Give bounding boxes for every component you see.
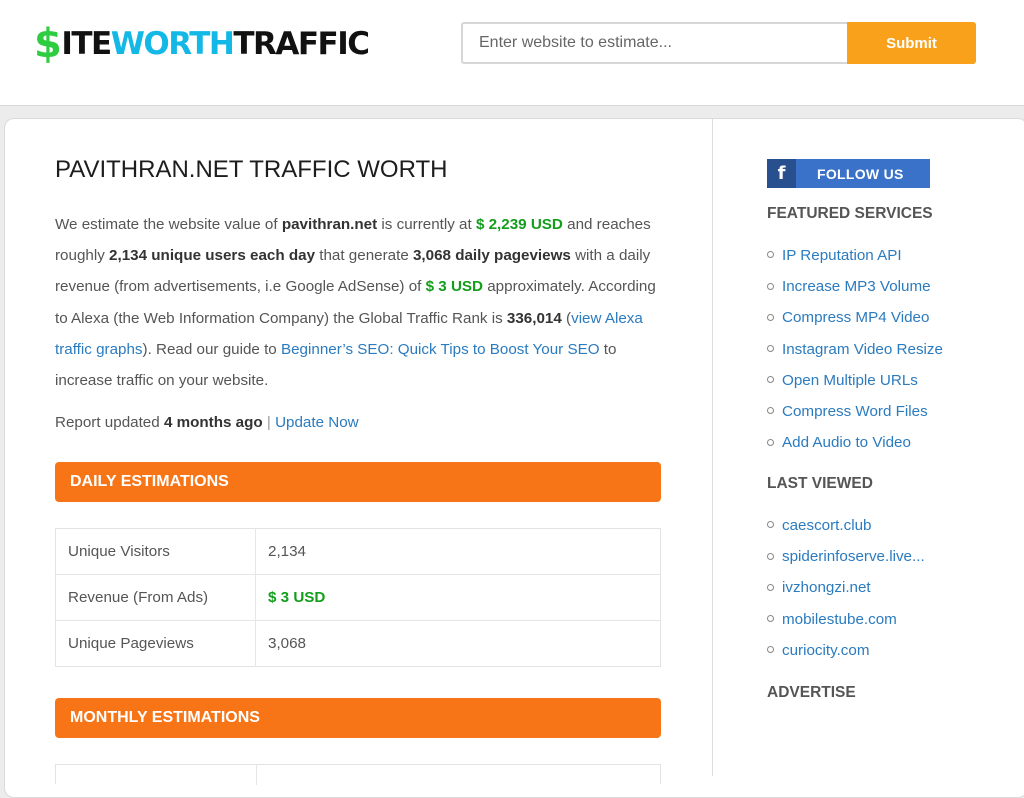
list-item: spiderinfoserve.live... — [767, 541, 925, 572]
bullet-icon — [767, 583, 774, 591]
intro-paragraph: We estimate the website value of pavithr… — [55, 209, 665, 396]
featured-link[interactable]: Compress Word Files — [782, 403, 928, 420]
list-item: Open Multiple URLs — [767, 365, 943, 396]
logo-dollar: $ — [34, 21, 62, 67]
list-item: caescort.club — [767, 510, 925, 541]
facebook-icon: f — [767, 159, 796, 188]
bullet-icon — [767, 521, 774, 529]
monthly-estimations-heading: MONTHLY ESTIMATIONS — [55, 698, 661, 738]
table-row: Unique Pageviews 3,068 — [55, 620, 661, 667]
page-title: PAVITHRAN.NET TRAFFIC WORTH — [55, 156, 448, 183]
website-search-input[interactable] — [461, 22, 847, 64]
bullet-icon — [767, 345, 774, 353]
last-viewed-heading: LAST VIEWED — [767, 475, 873, 492]
last-viewed-link[interactable]: mobilestube.com — [782, 611, 897, 628]
bullet-icon — [767, 376, 774, 384]
update-now-link[interactable]: Update Now — [275, 414, 359, 431]
intro-text: is currently at — [377, 216, 476, 233]
row-label: Unique Pageviews — [55, 620, 256, 667]
domain-name: pavithran.net — [281, 216, 378, 233]
search-form: Submit — [461, 22, 976, 64]
updated-age: 4 months ago — [163, 414, 263, 431]
logo-part-2: WORTH — [110, 26, 235, 62]
logo-part-3: TRAFFIC — [233, 26, 370, 62]
featured-link[interactable]: IP Reputation API — [782, 247, 902, 264]
table-row: Unique Visitors 2,134 — [55, 528, 661, 575]
list-item: Add Audio to Video — [767, 427, 943, 458]
updated-prefix: Report updated — [55, 414, 164, 431]
alexa-rank: 336,014 — [506, 309, 562, 327]
table-column-divider — [256, 765, 257, 785]
bullet-icon — [767, 313, 774, 321]
daily-estimations-table: Unique Visitors 2,134 Revenue (From Ads)… — [55, 528, 661, 667]
intro-text: ). Read our guide to — [142, 340, 281, 358]
list-item: IP Reputation API — [767, 240, 943, 271]
featured-services-heading: FEATURED SERVICES — [767, 205, 933, 222]
daily-users: 2,134 unique users each day — [109, 247, 316, 265]
updated-separator: | — [262, 414, 276, 431]
site-logo[interactable]: $ ITE WORTH TRAFFIC — [34, 21, 370, 67]
row-value: 3,068 — [268, 635, 307, 652]
row-label: Revenue (From Ads) — [55, 574, 256, 621]
row-value: $ 3 USD — [255, 574, 661, 621]
daily-estimations-heading: DAILY ESTIMATIONS — [55, 462, 661, 502]
list-item: ivzhongzi.net — [767, 572, 925, 603]
bullet-icon — [767, 407, 774, 415]
intro-text: that generate — [315, 247, 413, 265]
advertise-heading: ADVERTISE — [767, 684, 856, 701]
list-item: Compress MP4 Video — [767, 302, 943, 333]
bullet-icon — [767, 552, 774, 560]
submit-button[interactable]: Submit — [847, 22, 976, 64]
row-value: 2,134 — [255, 528, 661, 575]
bullet-icon — [767, 646, 774, 654]
list-item: curiocity.com — [767, 635, 925, 666]
bullet-icon — [767, 282, 774, 290]
last-viewed-link[interactable]: curiocity.com — [782, 642, 869, 659]
bullet-icon — [767, 615, 774, 623]
list-item: Compress Word Files — [767, 396, 943, 427]
featured-link[interactable]: Add Audio to Video — [782, 434, 911, 451]
last-viewed-link[interactable]: ivzhongzi.net — [782, 579, 871, 596]
last-viewed-list: caescort.club spiderinfoserve.live... iv… — [767, 510, 925, 666]
last-viewed-link[interactable]: caescort.club — [782, 517, 871, 534]
daily-pageviews: 3,068 daily pageviews — [412, 247, 571, 265]
featured-link[interactable]: Increase MP3 Volume — [782, 278, 931, 295]
list-item: Increase MP3 Volume — [767, 271, 943, 302]
site-header: $ITEWORTHTRAFFIC Submit — [0, 0, 1024, 106]
featured-services-list: IP Reputation API Increase MP3 Volume Co… — [767, 240, 943, 458]
logo-part-1: ITE — [61, 26, 112, 62]
bullet-icon — [767, 438, 774, 446]
seo-guide-link[interactable]: Beginner’s SEO: Quick Tips to Boost Your… — [281, 341, 600, 358]
follow-label: FOLLOW US — [817, 165, 904, 182]
report-updated: Report updated 4 months ago | Update Now — [55, 414, 359, 431]
last-viewed-link[interactable]: spiderinfoserve.live... — [782, 548, 925, 565]
monthly-estimations-table — [55, 764, 661, 785]
featured-link[interactable]: Compress MP4 Video — [782, 309, 929, 326]
bullet-icon — [767, 251, 774, 259]
facebook-follow-button[interactable]: f FOLLOW US — [767, 159, 930, 188]
column-divider — [712, 118, 713, 776]
featured-link[interactable]: Open Multiple URLs — [782, 372, 918, 389]
daily-revenue: $ 3 USD — [425, 278, 484, 296]
row-label: Unique Visitors — [55, 528, 256, 575]
list-item: mobilestube.com — [767, 604, 925, 635]
list-item: Instagram Video Resize — [767, 334, 943, 365]
table-row: Revenue (From Ads) $ 3 USD — [55, 574, 661, 621]
site-value: $ 2,239 USD — [475, 216, 563, 233]
intro-text: We estimate the website value of — [55, 216, 282, 233]
intro-text: ( — [561, 309, 572, 327]
featured-link[interactable]: Instagram Video Resize — [782, 341, 943, 358]
